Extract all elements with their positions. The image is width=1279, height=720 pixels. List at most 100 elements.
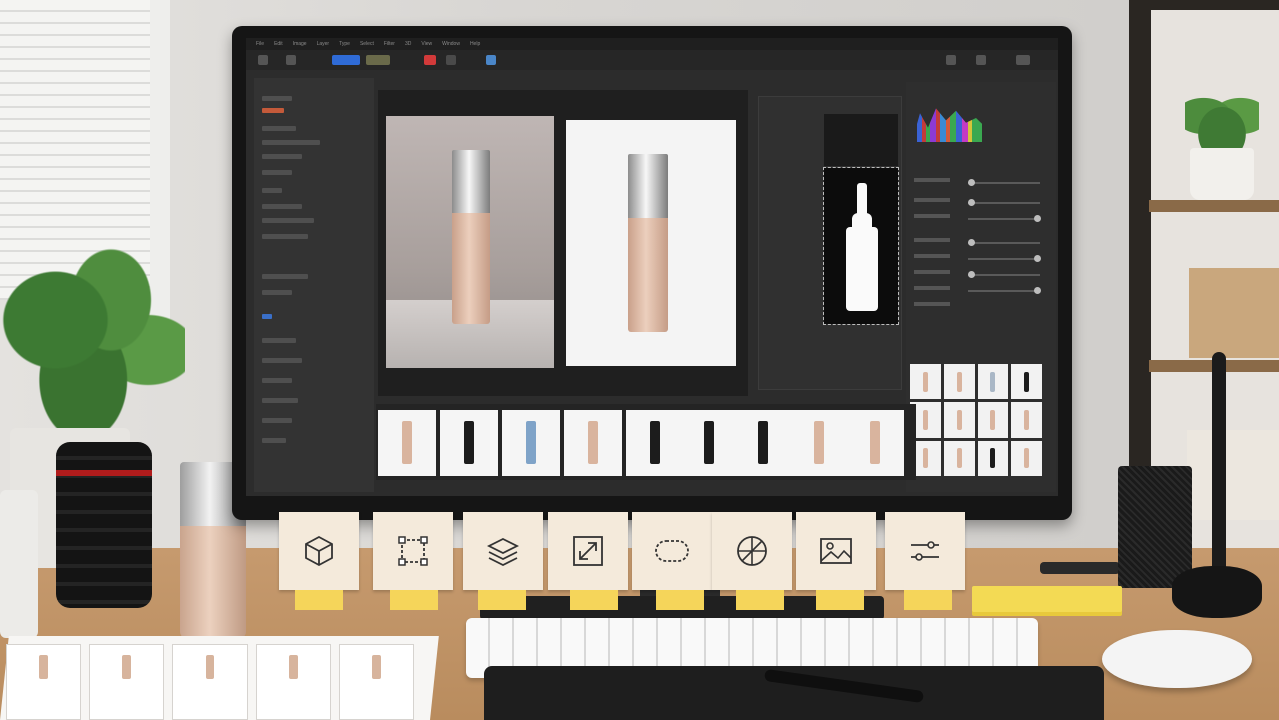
swatch-thumbnail[interactable] bbox=[1011, 402, 1042, 438]
panel-row[interactable] bbox=[262, 170, 292, 175]
shelf-board bbox=[1149, 200, 1279, 212]
filmstrip-thumbnail[interactable] bbox=[378, 410, 436, 476]
mask-bottle-silhouette bbox=[846, 183, 878, 311]
panel-row[interactable] bbox=[262, 290, 292, 295]
layer-row[interactable] bbox=[262, 398, 298, 403]
swatch-thumbnail[interactable] bbox=[977, 402, 1009, 438]
layer-row[interactable] bbox=[262, 438, 286, 443]
panel-row[interactable] bbox=[262, 188, 282, 193]
zoom-tool-icon[interactable] bbox=[486, 55, 496, 65]
sticky-note bbox=[632, 512, 712, 590]
panel-row[interactable] bbox=[262, 154, 302, 159]
menu-filter[interactable]: Filter bbox=[384, 38, 395, 50]
menu-3d[interactable]: 3D bbox=[405, 38, 411, 50]
mode-button[interactable] bbox=[366, 55, 390, 65]
slider-knob[interactable] bbox=[968, 179, 975, 186]
accent-button[interactable] bbox=[332, 55, 360, 65]
filmstrip-thumbnail[interactable] bbox=[680, 410, 738, 476]
cube-icon bbox=[305, 535, 333, 567]
sticky-tab bbox=[904, 590, 952, 610]
menu-type[interactable]: Type bbox=[339, 38, 350, 50]
menu-file[interactable]: File bbox=[256, 38, 264, 50]
layers-icon bbox=[486, 537, 520, 567]
filmstrip-thumbnail[interactable] bbox=[734, 410, 792, 476]
product-bottle bbox=[452, 150, 490, 324]
swatch-grid bbox=[910, 364, 1042, 476]
panel-row[interactable] bbox=[262, 96, 292, 101]
menu-view[interactable]: View bbox=[421, 38, 432, 50]
slider-knob[interactable] bbox=[1034, 255, 1041, 262]
swatch-thumbnail[interactable] bbox=[1011, 364, 1042, 400]
layer-row[interactable] bbox=[262, 418, 292, 423]
product-bottle bbox=[628, 154, 668, 332]
adjustment-label bbox=[914, 254, 950, 258]
pen-cup bbox=[1118, 466, 1192, 588]
foundation-body bbox=[180, 526, 246, 638]
contact-sheet-cell bbox=[172, 644, 248, 720]
contact-sheet-cell bbox=[338, 644, 414, 720]
menu-layer[interactable]: Layer bbox=[317, 38, 330, 50]
crosshair-icon bbox=[737, 536, 767, 566]
sticky-tab bbox=[478, 590, 526, 610]
swatch-thumbnail[interactable] bbox=[943, 364, 975, 400]
adjustment-label bbox=[914, 238, 950, 242]
panel-row[interactable] bbox=[262, 218, 314, 223]
desk-plant bbox=[0, 240, 185, 440]
panel-row[interactable] bbox=[262, 274, 308, 279]
menu-window[interactable]: Window bbox=[442, 38, 460, 50]
menu-edit[interactable]: Edit bbox=[274, 38, 283, 50]
panel-row[interactable] bbox=[262, 204, 302, 209]
adjustment-slider[interactable] bbox=[968, 239, 1040, 246]
panel-row[interactable] bbox=[262, 234, 308, 239]
adjustment-label bbox=[914, 286, 950, 290]
adjustment-label bbox=[914, 178, 950, 182]
layer-row[interactable] bbox=[262, 338, 296, 343]
slider-knob[interactable] bbox=[968, 199, 975, 206]
menu-help[interactable]: Help bbox=[470, 38, 480, 50]
sticky-note bbox=[548, 512, 628, 590]
sticky-note-pad bbox=[972, 586, 1122, 612]
slider-knob[interactable] bbox=[968, 271, 975, 278]
adjustment-slider[interactable] bbox=[968, 271, 1040, 278]
mouse[interactable] bbox=[1102, 630, 1252, 688]
adjustment-label bbox=[914, 214, 950, 218]
panel-row[interactable] bbox=[262, 126, 296, 131]
search-icon[interactable] bbox=[976, 55, 986, 65]
swatch-thumbnail[interactable] bbox=[943, 402, 975, 438]
adjustment-slider[interactable] bbox=[968, 255, 1041, 262]
menu-image[interactable]: Image bbox=[293, 38, 307, 50]
filmstrip-thumbnail[interactable] bbox=[564, 410, 622, 476]
layer-row[interactable] bbox=[262, 378, 292, 383]
color-row[interactable] bbox=[262, 108, 284, 113]
home-icon[interactable] bbox=[258, 55, 268, 65]
editor-screen: File Edit Image Layer Type Select Filter… bbox=[246, 38, 1058, 496]
adjustment-slider[interactable] bbox=[968, 215, 1041, 222]
sticky-note bbox=[463, 512, 543, 590]
panel-row[interactable] bbox=[262, 140, 320, 145]
swatch-thumbnail[interactable] bbox=[943, 440, 975, 476]
filmstrip-thumbnail[interactable] bbox=[626, 410, 684, 476]
filmstrip-thumbnail[interactable] bbox=[502, 410, 560, 476]
filmstrip-thumbnail[interactable] bbox=[846, 410, 904, 476]
adjustment-slider[interactable] bbox=[968, 287, 1041, 294]
swatch-thumbnail[interactable] bbox=[977, 364, 1009, 400]
layer-row[interactable] bbox=[262, 358, 302, 363]
swatch-thumbnail[interactable] bbox=[1011, 440, 1042, 476]
swatch-thumbnail[interactable] bbox=[977, 440, 1009, 476]
brush-tool-icon[interactable] bbox=[446, 55, 456, 65]
slider-knob[interactable] bbox=[968, 239, 975, 246]
slider-knob[interactable] bbox=[1034, 287, 1041, 294]
adjustment-slider[interactable] bbox=[968, 179, 1040, 186]
share-icon[interactable] bbox=[946, 55, 956, 65]
layer-visibility-icon[interactable] bbox=[262, 314, 272, 319]
workspace-icon[interactable] bbox=[1016, 55, 1030, 65]
move-tool-icon[interactable] bbox=[286, 55, 296, 65]
menu-select[interactable]: Select bbox=[360, 38, 374, 50]
swatch-thumbnail[interactable] bbox=[910, 364, 941, 400]
sticky-tab bbox=[656, 590, 704, 610]
slider-knob[interactable] bbox=[1034, 215, 1041, 222]
filmstrip-thumbnail[interactable] bbox=[440, 410, 498, 476]
filmstrip-thumbnail[interactable] bbox=[790, 410, 848, 476]
adjustment-slider[interactable] bbox=[968, 199, 1040, 206]
record-icon[interactable] bbox=[424, 55, 436, 65]
